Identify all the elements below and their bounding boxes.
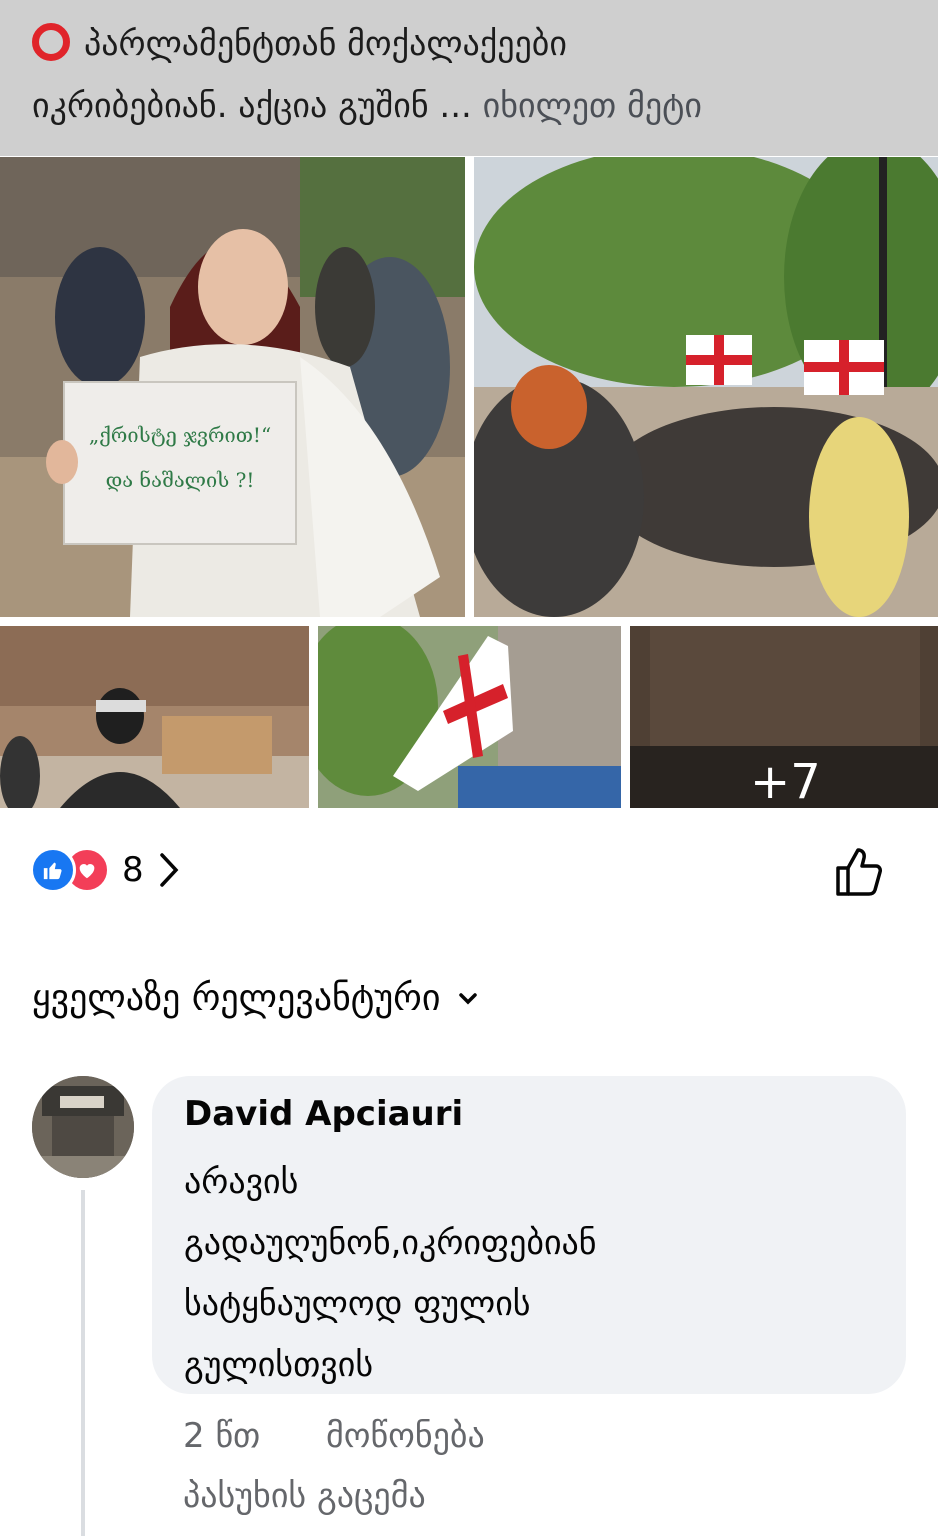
comment-text: არავის გადაუღუნონ,იკრიფებიან სატყნაულოდ … [184,1162,597,1385]
photo-crowd-with-flags[interactable] [474,157,938,617]
thread-line [81,1190,85,1536]
chevron-down-icon [459,992,478,1004]
see-more-link[interactable]: იხილეთ მეტი [483,86,702,126]
photo-flag-closeup[interactable] [318,626,621,808]
post-caption: პარლამენტთან მოქალაქეები იკრიბებიან. აქც… [0,0,938,156]
caption-text-2: იკრიბებიან. აქცია გუშინ ... [32,86,472,126]
comment-time[interactable]: 2 წთ [183,1416,260,1456]
caption-line-2: იკრიბებიან. აქცია გუშინ ... იხილეთ მეტი [32,82,702,130]
caption-line-1: პარლამენტთან მოქალაქეები [32,20,567,68]
more-photos-count: +7 [750,754,821,808]
sort-label: ყველაზე რელევანტური [32,978,441,1019]
sign-text-2: და ნაშალის ?! [106,468,255,492]
comment-bubble[interactable]: David Apciauri არავის გადაუღუნონ,იკრიფებ… [152,1076,906,1394]
chevron-right-icon [159,853,179,887]
reaction-count: 8 [122,850,144,890]
photo-woman-with-sign[interactable]: „ქრისტე ჯვრით!“ და ნაშალის ?! [0,157,465,617]
red-circle-icon [32,23,70,61]
thumbs-up-icon [836,848,882,896]
like-icon [30,847,76,893]
photo-more-overlay[interactable]: +7 [630,626,938,808]
comment-author[interactable]: David Apciauri [184,1094,463,1134]
avatar[interactable] [32,1076,134,1178]
like-button[interactable] [830,842,890,902]
comment-like-button[interactable]: მოწონება [326,1416,485,1456]
sign-text-1: „ქრისტე ჯვრით!“ [89,423,271,447]
reactions-summary[interactable]: 8 [30,846,180,894]
photo-masked-protester[interactable] [0,626,309,808]
caption-text-1: პარლამენტთან მოქალაქეები [84,24,567,64]
comment-reply-button[interactable]: პასუხის გაცემა [183,1476,426,1516]
comment-sort-dropdown[interactable]: ყველაზე რელევანტური [32,978,478,1019]
